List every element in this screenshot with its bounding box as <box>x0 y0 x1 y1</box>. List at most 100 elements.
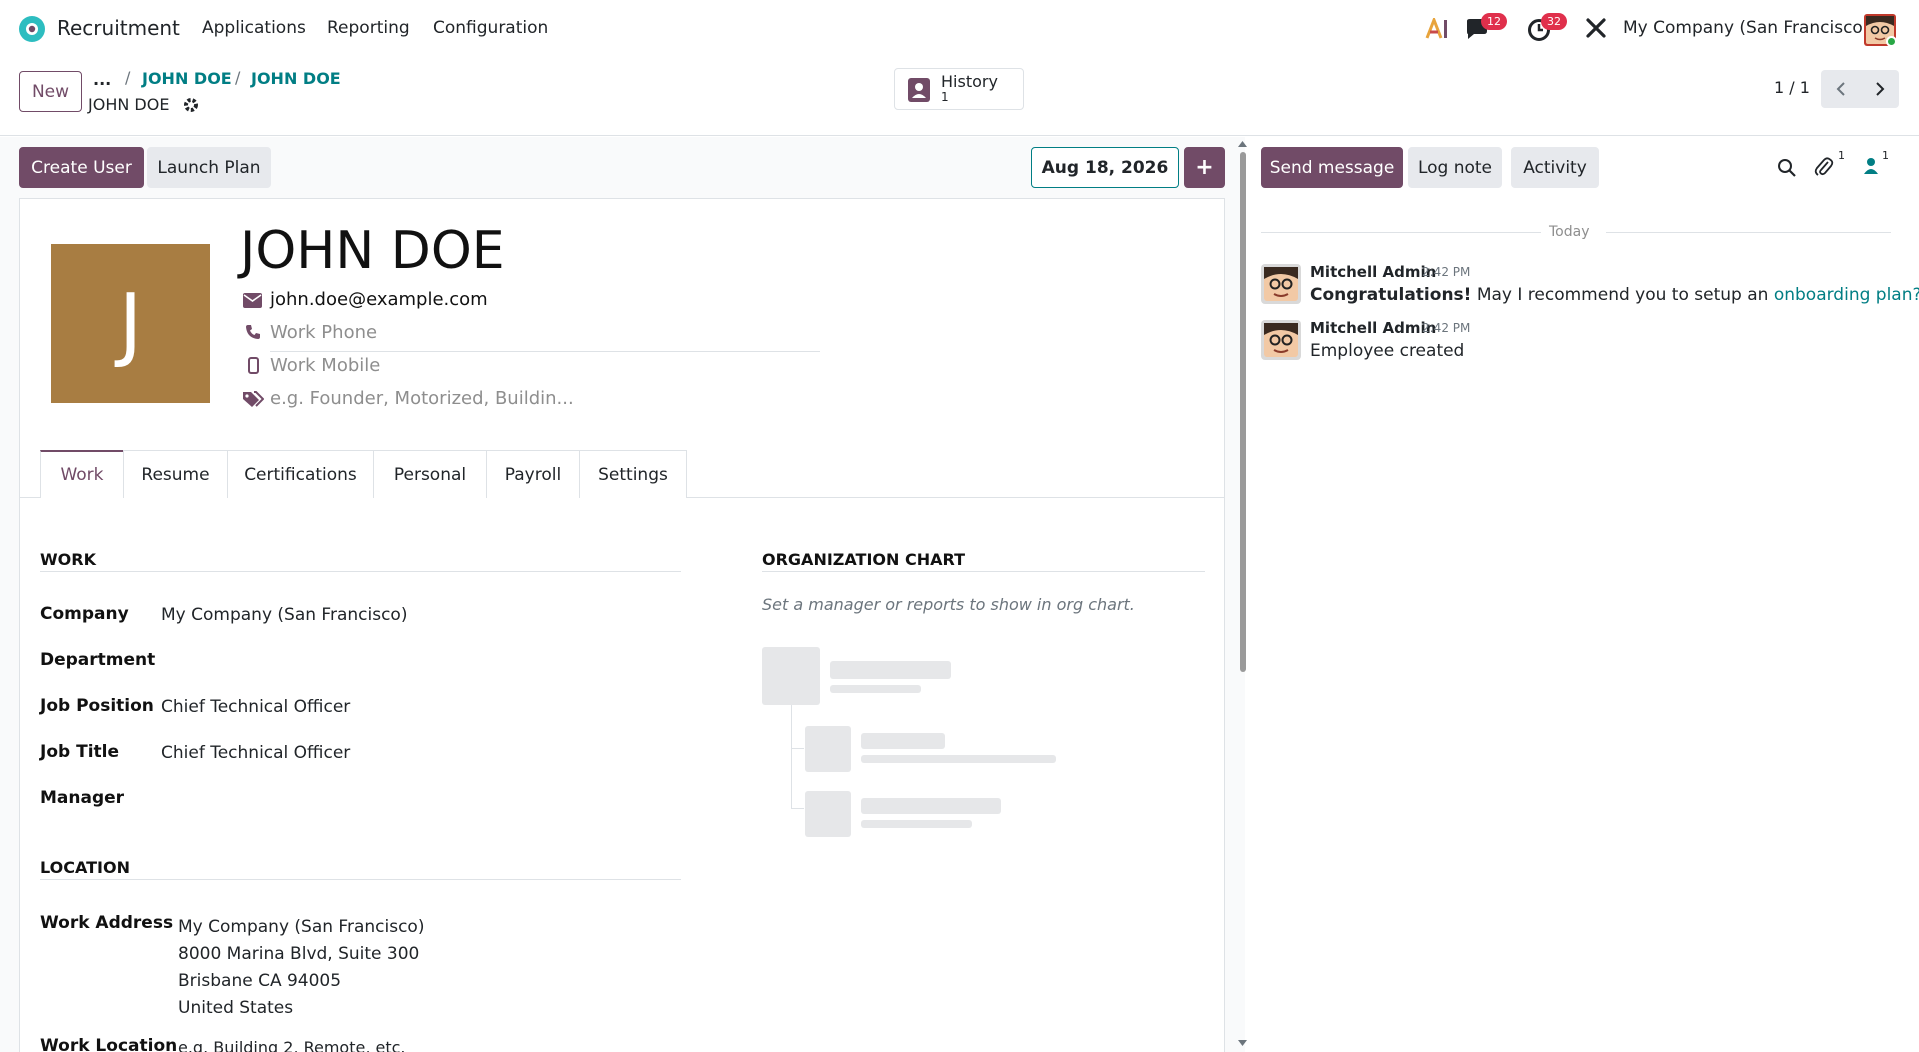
phone-icon <box>245 324 261 340</box>
top-navbar: Recruitment Applications Reporting Confi… <box>0 0 1919 56</box>
message-author-avatar[interactable] <box>1261 264 1301 304</box>
job-position-field[interactable]: Chief Technical Officer <box>161 697 350 717</box>
company-switcher[interactable]: My Company (San Francisco) <box>1623 18 1869 38</box>
message-author-avatar[interactable] <box>1261 320 1301 360</box>
job-position-label: Job Position <box>40 696 154 716</box>
job-title-field[interactable]: Chief Technical Officer <box>161 743 350 763</box>
work-location-input[interactable]: e.g. Building 2, Remote, etc. <box>178 1038 406 1052</box>
employee-name[interactable]: JOHN DOE <box>240 221 505 281</box>
menu-applications[interactable]: Applications <box>202 18 306 38</box>
chatter-panel: Send message Log note Activity 1 1 Today… <box>1249 137 1919 1052</box>
attachments-count: 1 <box>1838 149 1845 162</box>
pager-next-button[interactable] <box>1860 70 1899 108</box>
send-message-button[interactable]: Send message <box>1261 147 1403 188</box>
debug-tools-icon[interactable] <box>1585 17 1607 39</box>
location-section-title: LOCATION <box>40 858 130 877</box>
scroll-down-arrow-icon[interactable] <box>1238 1040 1247 1046</box>
address-line: My Company (San Francisco) <box>178 917 425 937</box>
tab-personal[interactable]: Personal <box>373 450 487 498</box>
message-bold-text: Congratulations! <box>1310 285 1472 305</box>
org-chart-connector <box>791 748 804 749</box>
work-section-title: WORK <box>40 550 96 569</box>
message-body: Congratulations! May I recommend you to … <box>1310 285 1919 305</box>
followers-count: 1 <box>1882 149 1889 162</box>
app-name[interactable]: Recruitment <box>57 16 180 40</box>
employee-avatar[interactable]: J <box>51 244 210 403</box>
new-button[interactable]: New <box>19 71 82 112</box>
email-row <box>243 293 262 308</box>
tab-certifications[interactable]: Certifications <box>227 450 374 498</box>
org-chart-empty-hint: Set a manager or reports to show in org … <box>762 595 1135 614</box>
followers-user-icon[interactable] <box>1863 157 1879 175</box>
work-mobile-input[interactable]: Work Mobile <box>270 355 380 376</box>
org-chart-title: ORGANIZATION CHART <box>762 550 965 569</box>
history-icon <box>907 77 931 103</box>
online-status-icon <box>1886 36 1897 47</box>
menu-configuration[interactable]: Configuration <box>433 18 548 38</box>
message-body: Employee created <box>1310 341 1465 361</box>
org-chart-placeholder-line <box>861 733 945 749</box>
org-chart-connector <box>791 808 804 809</box>
work-address-field[interactable]: My Company (San Francisco) 8000 Marina B… <box>178 914 424 1022</box>
work-phone-underline <box>270 351 820 352</box>
onboarding-plan-link[interactable]: onboarding plan? <box>1774 285 1919 305</box>
chevron-right-icon <box>1875 82 1884 96</box>
email-field[interactable]: john.doe@example.com <box>270 289 488 310</box>
add-button[interactable]: + <box>1184 147 1225 188</box>
date-separator-line <box>1606 232 1891 233</box>
company-field[interactable]: My Company (San Francisco) <box>161 605 407 625</box>
activity-button[interactable]: Activity <box>1511 147 1599 188</box>
org-chart-placeholder-line <box>861 820 972 828</box>
user-avatar[interactable] <box>1864 14 1897 47</box>
company-label: Company <box>40 604 129 624</box>
breadcrumb-separator: / <box>235 68 241 87</box>
work-address-label: Work Address <box>40 913 174 933</box>
department-field[interactable] <box>161 646 681 674</box>
record-settings-gear-icon[interactable] <box>182 96 200 114</box>
work-location-label: Work Location <box>40 1036 178 1052</box>
work-phone-input[interactable]: Work Phone <box>270 322 377 343</box>
org-chart-placeholder-avatar <box>762 647 820 705</box>
ai-icon[interactable] <box>1425 18 1449 40</box>
create-user-button[interactable]: Create User <box>19 147 144 188</box>
chevron-left-icon <box>1836 82 1845 96</box>
org-chart-placeholder-line <box>861 798 1001 814</box>
record-title: JOHN DOE <box>88 95 170 114</box>
address-line: Brisbane CA 94005 <box>178 971 342 991</box>
scroll-up-arrow-icon[interactable] <box>1238 141 1247 147</box>
message-author[interactable]: Mitchell Admin <box>1310 263 1436 281</box>
search-icon[interactable] <box>1777 158 1797 178</box>
pager-value[interactable]: 1 / 1 <box>1774 78 1810 97</box>
history-count: 1 <box>941 90 949 104</box>
message-time: 2:42 PM <box>1422 265 1471 279</box>
org-chart-placeholder-avatar <box>805 791 851 837</box>
tab-work[interactable]: Work <box>40 450 124 498</box>
org-chart-divider <box>762 571 1205 572</box>
org-chart-connector <box>791 705 792 809</box>
menu-reporting[interactable]: Reporting <box>327 18 410 38</box>
tags-input[interactable]: e.g. Founder, Motorized, Buildin... <box>270 388 574 409</box>
org-chart-placeholder-line <box>830 661 951 679</box>
manager-field[interactable] <box>161 784 681 812</box>
address-line: 8000 Marina Blvd, Suite 300 <box>178 944 420 964</box>
address-line: United States <box>178 998 294 1018</box>
department-label: Department <box>40 650 156 670</box>
history-button[interactable]: History 1 <box>894 68 1024 110</box>
activities-badge: 32 <box>1541 13 1567 30</box>
log-note-button[interactable]: Log note <box>1408 147 1502 188</box>
history-label: History <box>941 72 998 91</box>
app-logo-icon[interactable] <box>18 15 46 43</box>
breadcrumb-ellipsis[interactable]: ... <box>93 70 111 89</box>
breadcrumb-link-1[interactable]: JOHN DOE <box>142 69 232 88</box>
tab-settings[interactable]: Settings <box>579 450 687 498</box>
scrollbar-thumb[interactable] <box>1240 152 1246 672</box>
date-field[interactable]: Aug 18, 2026 <box>1031 147 1179 188</box>
tab-payroll[interactable]: Payroll <box>486 450 580 498</box>
breadcrumb-link-2[interactable]: JOHN DOE <box>251 69 341 88</box>
tab-resume[interactable]: Resume <box>123 450 228 498</box>
message-time: 2:42 PM <box>1422 321 1471 335</box>
paperclip-icon[interactable] <box>1814 156 1834 178</box>
launch-plan-button[interactable]: Launch Plan <box>147 147 271 188</box>
pager-previous-button[interactable] <box>1821 70 1860 108</box>
message-author[interactable]: Mitchell Admin <box>1310 319 1436 337</box>
